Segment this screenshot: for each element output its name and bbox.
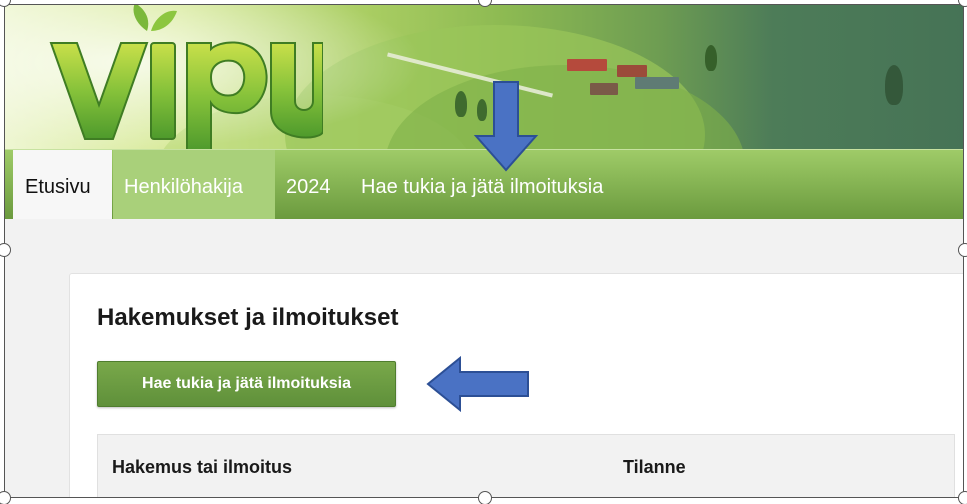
banner-tree [885, 65, 903, 105]
banner-house [567, 59, 607, 71]
resize-handle-bottom-right[interactable] [958, 491, 967, 504]
banner-tree [705, 45, 717, 71]
nav-item-henkilohakija[interactable]: Henkilöhakija [113, 150, 275, 220]
resize-handle-bottom-left[interactable] [0, 491, 11, 504]
apply-support-button[interactable]: Hae tukia ja jätä ilmoituksia [97, 361, 396, 407]
resize-handle-middle-right[interactable] [958, 243, 967, 257]
arrow-left-annotation-icon [426, 356, 529, 412]
vipu-logo[interactable] [43, 5, 323, 149]
page-title: Hakemukset ja ilmoitukset [97, 304, 399, 331]
banner-house [617, 65, 647, 77]
screenshot-frame: Etusivu Henkilöhakija 2024 Hae tukia ja … [4, 4, 964, 498]
nav-item-etusivu[interactable]: Etusivu [13, 150, 112, 220]
banner-house [590, 83, 618, 95]
resize-handle-bottom-center[interactable] [478, 491, 492, 504]
column-header-application[interactable]: Hakemus tai ilmoitus [112, 457, 292, 478]
banner-house [635, 77, 679, 89]
nav-item-2024[interactable]: 2024 [286, 150, 331, 220]
banner-tree [455, 91, 467, 117]
arrow-down-annotation-icon [473, 81, 539, 172]
applications-table-header: Hakemus tai ilmoitus Tilanne [97, 434, 955, 497]
column-header-status[interactable]: Tilanne [623, 457, 686, 478]
